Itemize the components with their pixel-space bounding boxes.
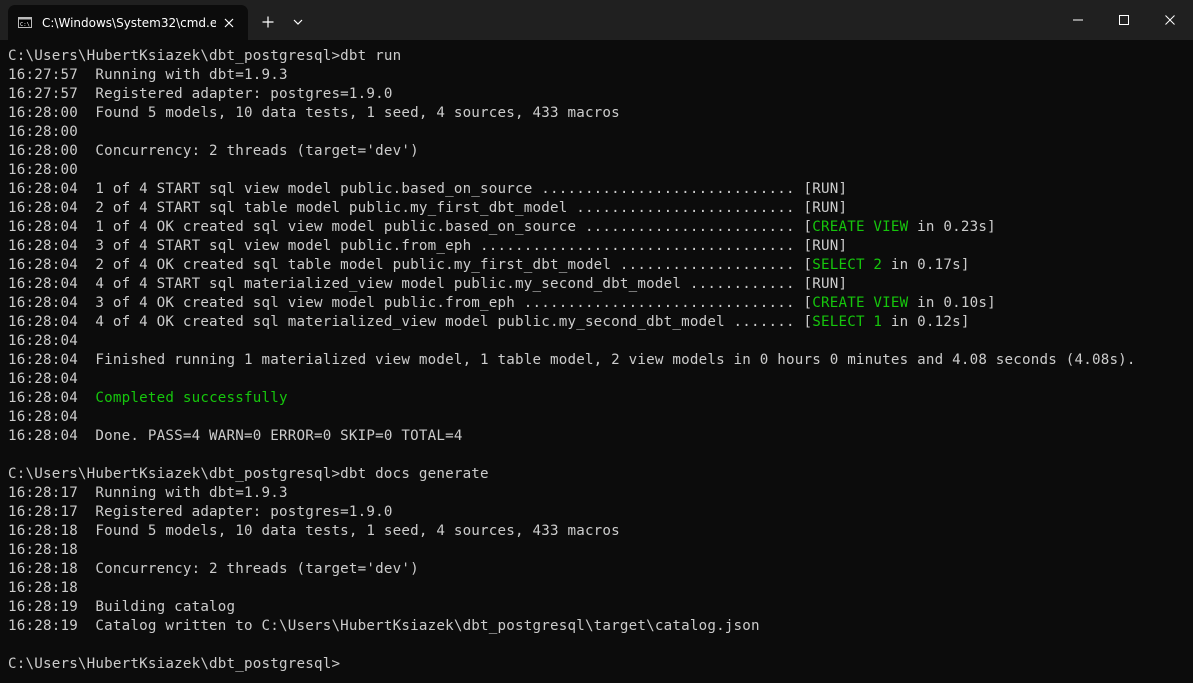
terminal-text: 16:28:04 1 of 4 OK created sql view mode… (8, 219, 813, 235)
tab-title: C:\Windows\System32\cmd.e (42, 16, 216, 30)
terminal-line: 16:28:18 (8, 579, 1188, 598)
title-bar[interactable]: C:\ C:\Windows\System32\cmd.e (0, 0, 1193, 40)
terminal-line: 16:28:04 3 of 4 OK created sql view mode… (8, 294, 1188, 313)
terminal-line: 16:28:04 2 of 4 START sql table model pu… (8, 199, 1188, 218)
tab-dropdown-button[interactable] (288, 12, 308, 32)
terminal-text: 16:28:04 4 of 4 START sql materialized_v… (8, 276, 848, 292)
terminal-line: 16:28:04 (8, 332, 1188, 351)
svg-text:C:\: C:\ (20, 22, 30, 28)
terminal-line: 16:28:18 Concurrency: 2 threads (target=… (8, 560, 1188, 579)
terminal-text: in 0.12s] (882, 314, 970, 330)
terminal-text: 16:28:17 Running with dbt=1.9.3 (8, 485, 288, 501)
terminal-line: 16:27:57 Running with dbt=1.9.3 (8, 66, 1188, 85)
terminal-line: C:\Users\HubertKsiazek\dbt_postgresql>db… (8, 47, 1188, 66)
plus-icon (262, 16, 274, 28)
terminal-text: 16:28:18 Found 5 models, 10 data tests, … (8, 523, 620, 539)
terminal-text: 16:28:04 2 of 4 OK created sql table mod… (8, 257, 813, 273)
terminal-text: 16:28:18 (8, 580, 78, 596)
terminal-line: 16:28:04 Done. PASS=4 WARN=0 ERROR=0 SKI… (8, 427, 1188, 446)
terminal-text: 16:28:04 (8, 371, 78, 387)
terminal-line: 16:28:04 3 of 4 START sql view model pub… (8, 237, 1188, 256)
terminal-text: 16:28:00 (8, 124, 78, 140)
terminal-line: 16:28:04 Completed successfully (8, 389, 1188, 408)
cmd-icon: C:\ (18, 17, 32, 28)
terminal-line: C:\Users\HubertKsiazek\dbt_postgresql>db… (8, 465, 1188, 484)
terminal-text: C:\Users\HubertKsiazek\dbt_postgresql> (8, 656, 341, 672)
terminal-line: 16:28:04 (8, 370, 1188, 389)
terminal-text: 16:28:04 2 of 4 START sql table model pu… (8, 200, 848, 216)
terminal-line: 16:28:00 Found 5 models, 10 data tests, … (8, 104, 1188, 123)
terminal-text: in 0.23s] (908, 219, 996, 235)
terminal-highlight: CREATE VIEW (812, 295, 909, 311)
terminal-line: 16:28:19 Catalog written to C:\Users\Hub… (8, 617, 1188, 636)
terminal-text: 16:28:04 3 of 4 OK created sql view mode… (8, 295, 813, 311)
terminal-text: 16:27:57 Registered adapter: postgres=1.… (8, 86, 393, 102)
minimize-button[interactable] (1055, 0, 1101, 40)
terminal-window: C:\ C:\Windows\System32\cmd.e C:\Users\H… (0, 0, 1193, 683)
terminal-line: 16:28:00 (8, 161, 1188, 180)
terminal-line: 16:28:04 4 of 4 OK created sql materiali… (8, 313, 1188, 332)
terminal-text: 16:28:04 (8, 390, 96, 406)
maximize-button[interactable] (1101, 0, 1147, 40)
close-icon (224, 18, 234, 28)
terminal-text: C:\Users\HubertKsiazek\dbt_postgresql>db… (8, 466, 489, 482)
terminal-text: 16:28:18 Concurrency: 2 threads (target=… (8, 561, 419, 577)
terminal-text: C:\Users\HubertKsiazek\dbt_postgresql>db… (8, 48, 402, 64)
terminal-text: 16:28:19 Catalog written to C:\Users\Hub… (8, 618, 760, 634)
terminal-line: 16:27:57 Registered adapter: postgres=1.… (8, 85, 1188, 104)
terminal-text: 16:28:04 3 of 4 START sql view model pub… (8, 238, 848, 254)
close-icon (1165, 15, 1175, 25)
terminal-text: in 0.17s] (882, 257, 970, 273)
terminal-text: 16:28:18 (8, 542, 78, 558)
terminal-text: 16:28:04 Finished running 1 materialized… (8, 352, 1136, 368)
terminal-line: 16:28:04 2 of 4 OK created sql table mod… (8, 256, 1188, 275)
terminal-text: 16:28:00 Concurrency: 2 threads (target=… (8, 143, 419, 159)
close-tab-button[interactable] (219, 13, 239, 33)
terminal-line: 16:28:00 Concurrency: 2 threads (target=… (8, 142, 1188, 161)
terminal-line: 16:28:04 1 of 4 START sql view model pub… (8, 180, 1188, 199)
terminal-text: 16:28:00 Found 5 models, 10 data tests, … (8, 105, 620, 121)
terminal-text: 16:28:04 1 of 4 START sql view model pub… (8, 181, 848, 197)
terminal-highlight: CREATE VIEW (812, 219, 909, 235)
chevron-down-icon (293, 19, 303, 25)
terminal-line: 16:28:17 Running with dbt=1.9.3 (8, 484, 1188, 503)
terminal-line: 16:28:04 1 of 4 OK created sql view mode… (8, 218, 1188, 237)
close-window-button[interactable] (1147, 0, 1193, 40)
terminal-text: in 0.10s] (908, 295, 996, 311)
terminal-line: C:\Users\HubertKsiazek\dbt_postgresql> (8, 655, 1188, 674)
terminal-text: 16:28:17 Registered adapter: postgres=1.… (8, 504, 393, 520)
terminal-text: 16:28:04 (8, 409, 78, 425)
terminal-text: 16:28:04 (8, 333, 78, 349)
terminal-highlight: SELECT 1 (812, 314, 883, 330)
terminal-output[interactable]: C:\Users\HubertKsiazek\dbt_postgresql>db… (8, 47, 1188, 677)
terminal-highlight: Completed successfully (95, 390, 288, 406)
new-tab-button[interactable] (258, 12, 278, 32)
terminal-text: 16:28:04 4 of 4 OK created sql materiali… (8, 314, 813, 330)
terminal-line: 16:28:00 (8, 123, 1188, 142)
terminal-text: 16:28:19 Building catalog (8, 599, 236, 615)
terminal-highlight: SELECT 2 (812, 257, 883, 273)
terminal-line: 16:28:17 Registered adapter: postgres=1.… (8, 503, 1188, 522)
tab-cmd[interactable]: C:\ C:\Windows\System32\cmd.e (8, 5, 248, 40)
terminal-text: 16:28:04 Done. PASS=4 WARN=0 ERROR=0 SKI… (8, 428, 463, 444)
terminal-line: 16:28:04 (8, 408, 1188, 427)
terminal-line: 16:28:18 (8, 541, 1188, 560)
terminal-line: 16:28:18 Found 5 models, 10 data tests, … (8, 522, 1188, 541)
terminal-text: 16:28:00 (8, 162, 78, 178)
terminal-line: 16:28:04 Finished running 1 materialized… (8, 351, 1188, 370)
minimize-icon (1073, 19, 1083, 21)
terminal-line: 16:28:04 4 of 4 START sql materialized_v… (8, 275, 1188, 294)
terminal-line: 16:28:19 Building catalog (8, 598, 1188, 617)
terminal-text: 16:27:57 Running with dbt=1.9.3 (8, 67, 288, 83)
maximize-icon (1119, 15, 1129, 25)
